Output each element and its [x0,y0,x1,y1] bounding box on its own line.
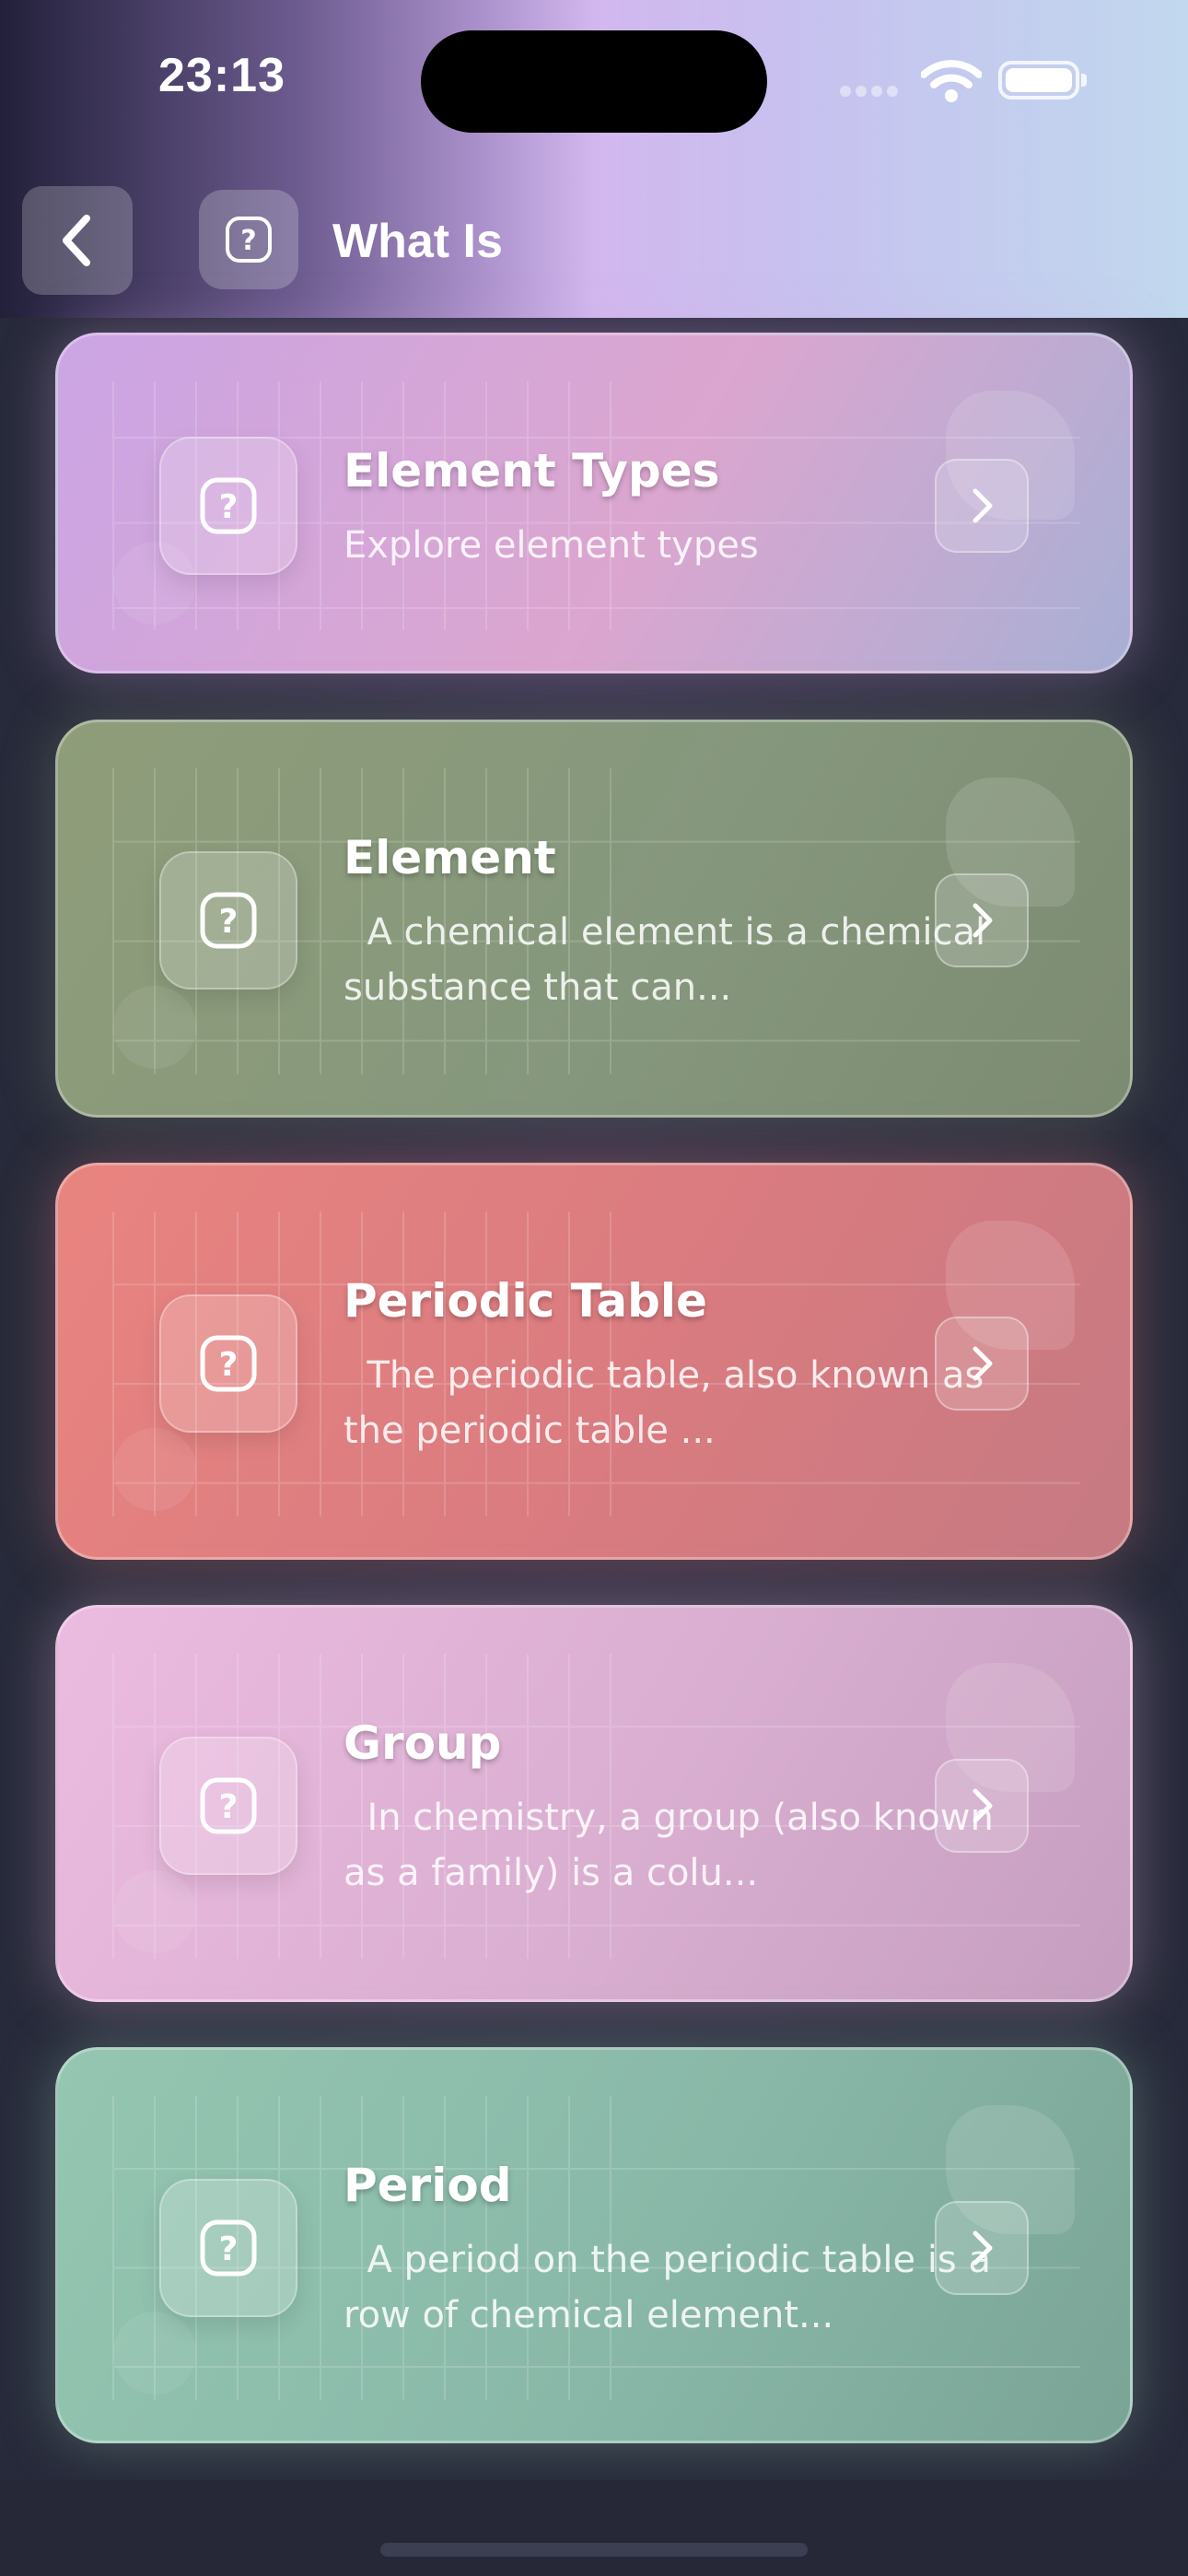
battery-icon [998,61,1087,100]
back-button[interactable] [22,186,133,295]
status-time: 23:13 [158,49,285,102]
chevron-right-icon [973,1346,993,1381]
card-title: Group [344,1716,502,1770]
question-icon: ? [159,851,297,989]
card-item[interactable]: ? Periodic Table The periodic table, als… [55,1163,1133,1560]
card-title: Element Types [344,444,720,498]
chevron-left-icon [63,215,90,266]
decorative-blob [113,986,196,1069]
chevron-right-icon [973,1788,993,1823]
card-arrow-button[interactable] [935,1759,1029,1853]
question-icon: ? [159,2179,297,2317]
card-arrow-button[interactable] [935,873,1029,967]
svg-text:?: ? [219,1346,239,1384]
decorative-blob [113,2312,196,2395]
card-description: A period on the periodic table is a row … [344,2239,991,2336]
chevron-right-icon [973,2231,993,2266]
card-item[interactable]: ? Element A chemical element is a chemic… [55,720,1133,1118]
svg-text:?: ? [219,903,239,941]
card-arrow-button[interactable] [935,2201,1029,2295]
wifi-icon [920,59,983,107]
decorative-blob [113,1870,196,1953]
svg-text:?: ? [219,1788,239,1826]
svg-text:?: ? [219,488,239,526]
chevron-right-icon [973,488,993,523]
card-description: A chemical element is a chemical substan… [344,911,997,1009]
question-icon: ? [159,1294,297,1433]
card-title: Period [344,2159,512,2212]
bottom-bar [0,2480,1188,2576]
card-description: In chemistry, a group (also known as a f… [344,1797,994,1894]
svg-text:?: ? [219,2231,239,2268]
card-description: Explore element types [344,524,759,567]
chevron-right-icon [973,903,993,938]
page-title: What Is [332,215,503,268]
card-item[interactable]: ? Period A period on the periodic table … [55,2047,1133,2443]
svg-text:?: ? [240,225,256,257]
card-arrow-button[interactable] [935,1317,1029,1411]
card-title: Periodic Table [344,1274,707,1328]
cellular-signal-icon [840,83,904,98]
card-item[interactable]: ? Element Types Explore element types [55,333,1133,673]
question-icon: ? [159,1737,297,1875]
home-indicator[interactable] [380,2543,808,2557]
header: 23:13 ? What Is [0,0,1188,318]
card-arrow-button[interactable] [935,459,1029,553]
card-item[interactable]: ? Group In chemistry, a group (also know… [55,1605,1133,2002]
question-icon: ? [199,190,298,289]
decorative-blob [113,1428,196,1511]
card-title: Element [344,831,556,884]
question-icon: ? [159,437,297,575]
dynamic-island [421,30,767,133]
card-description: The periodic table, also known as the pe… [344,1354,996,1452]
